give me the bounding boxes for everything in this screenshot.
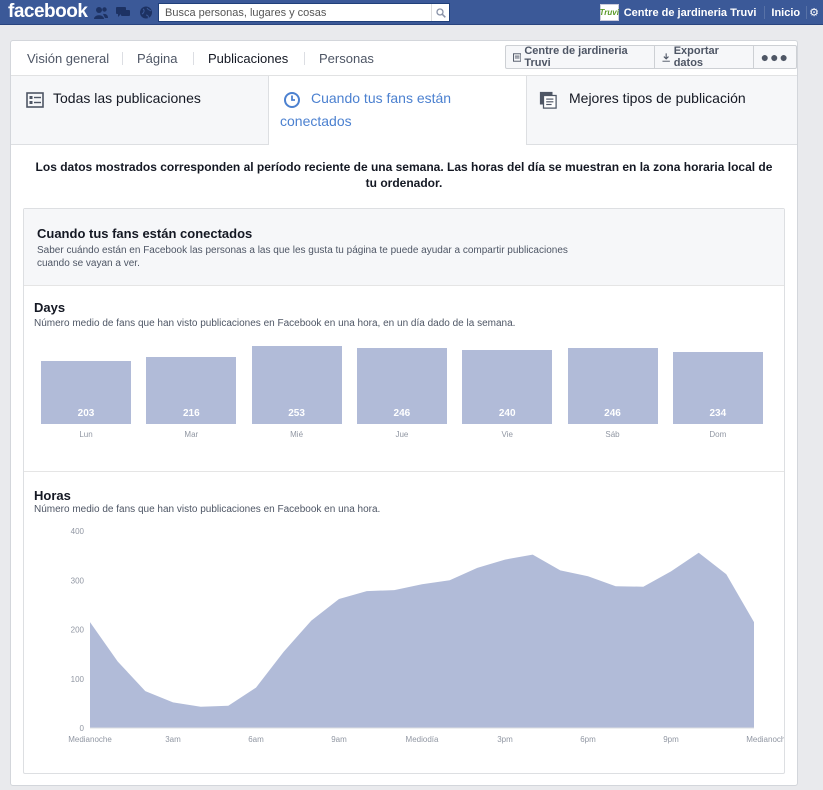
day-bar-value: 246 [604, 408, 621, 419]
more-options-button[interactable]: ●●● [752, 46, 796, 68]
y-tick-label: 0 [80, 724, 85, 733]
day-axis-label: Mar [184, 430, 199, 439]
search-icon [435, 7, 446, 18]
home-link[interactable]: Inicio [765, 7, 806, 19]
subtab-fans-online-label-line1: Cuando tus fans están [311, 90, 452, 106]
insights-nav: Visión general Página Publicaciones Pers… [11, 41, 797, 76]
tab-separator [122, 52, 123, 65]
clock-icon [284, 92, 300, 108]
section-divider [24, 471, 784, 472]
x-tick-label: 9pm [663, 735, 679, 744]
avatar[interactable]: Truvi [600, 4, 619, 21]
search-box[interactable] [158, 3, 450, 22]
day-bar-value: 216 [182, 408, 200, 419]
tab-separator [304, 52, 305, 65]
post-types-icon [539, 91, 557, 109]
friend-requests-icon[interactable] [94, 6, 108, 19]
export-data-button[interactable]: Exportar datos [654, 45, 752, 69]
subtab-fans-online-label-line2: conectados [280, 113, 352, 129]
days-bar-chart: 203 Lun 216 Mar 253 Mié 246 Jue 240 Vie 246 Sáb 234 D… [24, 339, 784, 443]
day-axis-label: Vie [501, 430, 513, 439]
day-axis-label: Lun [79, 430, 93, 439]
page-button[interactable]: Centre de jardineria Truvi [506, 45, 654, 69]
day-bar-value: 240 [498, 408, 516, 419]
y-tick-label: 100 [71, 675, 85, 684]
search-button[interactable] [431, 4, 449, 21]
subtab-all-posts-label: Todas las publicaciones [53, 90, 201, 106]
day-axis-label: Jue [395, 430, 409, 439]
x-tick-label: 6am [248, 735, 264, 744]
hours-description: Número medio de fans que han visto publi… [34, 504, 381, 515]
download-icon [662, 52, 671, 62]
hours-title: Horas [34, 488, 71, 503]
facebook-logo[interactable]: facebook [8, 1, 88, 23]
subtab-best-post-types[interactable]: Mejores tipos de publicación [527, 76, 797, 145]
page-icon [513, 52, 522, 62]
day-axis-label: Dom [709, 430, 727, 439]
day-axis-label: Mié [290, 430, 304, 439]
day-bar-value: 246 [393, 408, 411, 419]
tab-page[interactable]: Página [137, 41, 177, 76]
card-header: Cuando tus fans están conectados Saber c… [24, 209, 784, 286]
days-description: Número medio de fans que han visto publi… [34, 318, 516, 329]
messages-icon[interactable] [116, 6, 130, 19]
fans-online-card: Cuando tus fans están conectados Saber c… [23, 208, 785, 774]
more-dots-icon: ●●● [760, 49, 789, 65]
day-bar-value: 253 [288, 408, 305, 419]
x-tick-label: Mediodía [406, 735, 439, 744]
insights-panel: Visión general Página Publicaciones Pers… [10, 40, 798, 786]
top-bar: facebook Truvi Centre de jardineria Truv… [0, 0, 823, 25]
hours-area-chart: 0 100 200 300 400 Medianoche 3am 6am 9am Mediodía… [68, 527, 784, 744]
tab-overview[interactable]: Visión general [27, 41, 109, 76]
timezone-notice: Los datos mostrados corresponden al perí… [35, 160, 773, 190]
page-button-label: Centre de jardineria Truvi [524, 45, 628, 69]
x-tick-label: 9am [331, 735, 347, 744]
y-tick-label: 300 [71, 576, 85, 585]
notifications-globe-icon[interactable] [139, 6, 153, 19]
user-area: Truvi Centre de jardineria Truvi Inicio … [600, 0, 823, 25]
page-actions: Centre de jardineria Truvi Exportar dato… [505, 45, 797, 69]
y-tick-label: 200 [71, 626, 85, 635]
export-data-label: Exportar datos [673, 45, 719, 69]
day-axis-label: Sáb [605, 430, 620, 439]
subtab-all-posts[interactable]: Todas las publicaciones [11, 76, 268, 145]
days-title: Days [34, 300, 66, 315]
tab-separator [193, 52, 194, 65]
subtab-best-post-types-label: Mejores tipos de publicación [569, 90, 746, 106]
y-tick-label: 400 [71, 527, 85, 536]
profile-link[interactable]: Centre de jardineria Truvi [624, 7, 765, 19]
day-bar-value: 234 [709, 408, 727, 419]
x-tick-label: 6pm [580, 735, 596, 744]
search-input[interactable] [159, 4, 429, 21]
day-bar-value: 203 [77, 408, 95, 419]
tab-posts[interactable]: Publicaciones [208, 41, 288, 76]
x-tick-label: Medianoche [68, 735, 112, 744]
card-description: Saber cuándo están en Facebook las perso… [37, 245, 568, 269]
posts-subtabs: Todas las publicaciones Cuando tus fans … [11, 76, 797, 145]
x-tick-label: 3pm [497, 735, 513, 744]
card-title: Cuando tus fans están conectados [37, 226, 253, 241]
subtab-fans-online[interactable]: Cuando tus fans están conectados [269, 76, 526, 145]
gear-icon[interactable]: ⚙ [807, 6, 823, 19]
x-tick-label: 3am [165, 735, 181, 744]
hours-area-series[interactable] [90, 552, 754, 728]
list-icon [26, 92, 44, 108]
x-tick-label: Medianoche [746, 735, 784, 744]
tab-people[interactable]: Personas [319, 41, 374, 76]
